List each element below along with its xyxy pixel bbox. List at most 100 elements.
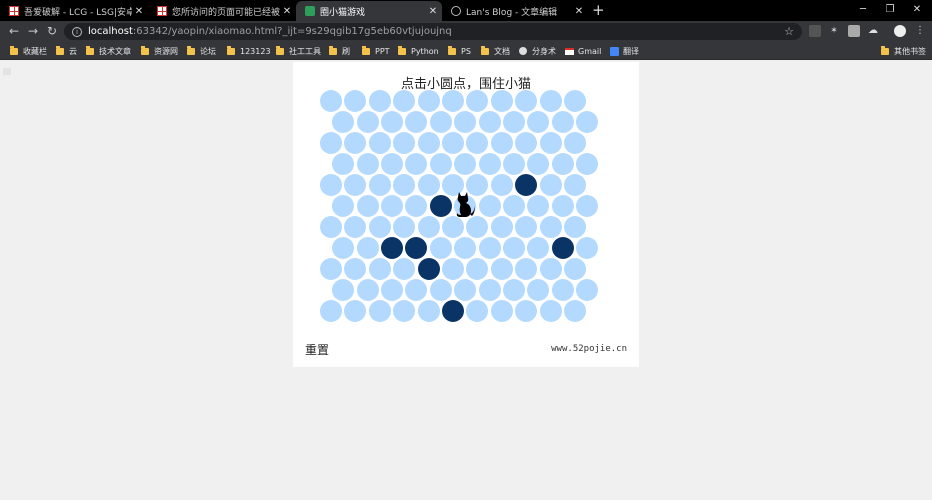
close-icon[interactable]: ✕	[132, 6, 146, 17]
board-dot[interactable]	[564, 174, 586, 196]
board-dot[interactable]	[454, 111, 477, 133]
board-dot[interactable]	[576, 237, 599, 259]
bookmark-item[interactable]: 收藏栏	[10, 45, 47, 57]
board-dot[interactable]	[466, 300, 489, 322]
bookmark-item[interactable]: 云	[56, 45, 77, 57]
board-dot[interactable]	[381, 279, 403, 301]
board-dot[interactable]	[344, 90, 367, 112]
board-dot[interactable]	[527, 153, 550, 175]
board-dot[interactable]	[320, 132, 342, 154]
tab-page-deleted[interactable]: 您所访问的页面可能已经被删除 ✕	[148, 1, 296, 21]
board-dot[interactable]	[393, 132, 416, 154]
board-dot[interactable]	[417, 174, 440, 196]
board-dot[interactable]	[393, 90, 416, 112]
bookmark-item[interactable]: 社工工具	[276, 45, 321, 57]
board-dot[interactable]	[417, 132, 440, 154]
bookmark-item[interactable]: 翻译	[610, 45, 639, 57]
back-button[interactable]: ←	[6, 23, 22, 39]
bookmark-item[interactable]: Python	[398, 45, 439, 57]
extension-icon[interactable]	[848, 25, 860, 37]
tab-52pojie[interactable]: 吾爱破解 - LCG - LSG|安卓破解 ✕	[0, 1, 148, 21]
board-dot[interactable]	[454, 153, 477, 175]
board-dot[interactable]	[393, 216, 416, 238]
board-dot[interactable]	[429, 111, 452, 133]
board-dot[interactable]	[539, 90, 562, 112]
blocked-dot[interactable]	[442, 300, 464, 322]
board-dot[interactable]	[564, 216, 586, 238]
board-dot[interactable]	[320, 174, 342, 196]
blocked-dot[interactable]	[417, 258, 440, 280]
board-dot[interactable]	[490, 300, 513, 322]
minimize-button[interactable]: ─	[848, 1, 878, 19]
extension-icon[interactable]: ✶	[828, 25, 840, 37]
bookmark-item[interactable]: 刷	[329, 45, 350, 57]
board-dot[interactable]	[368, 132, 391, 154]
board-dot[interactable]	[368, 216, 391, 238]
bookmark-item[interactable]: 论坛	[187, 45, 216, 57]
board-dot[interactable]	[442, 258, 464, 280]
board-dot[interactable]	[490, 132, 513, 154]
board-dot[interactable]	[332, 195, 355, 217]
board-dot[interactable]	[478, 237, 501, 259]
board-dot[interactable]	[466, 90, 489, 112]
board-dot[interactable]	[344, 216, 367, 238]
board-dot[interactable]	[429, 279, 452, 301]
board-dot[interactable]	[515, 300, 538, 322]
board-dot[interactable]	[405, 111, 428, 133]
board-dot[interactable]	[356, 279, 379, 301]
board-dot[interactable]	[503, 279, 525, 301]
board-dot[interactable]	[454, 279, 477, 301]
board-dot[interactable]	[515, 258, 538, 280]
board-dot[interactable]	[454, 237, 477, 259]
blocked-dot[interactable]	[381, 237, 403, 259]
board-dot[interactable]	[381, 153, 403, 175]
board-dot[interactable]	[368, 258, 391, 280]
avatar[interactable]	[894, 25, 906, 37]
bookmark-item[interactable]: Gmail	[565, 45, 601, 57]
board-dot[interactable]	[527, 237, 550, 259]
board-dot[interactable]	[539, 258, 562, 280]
board-dot[interactable]	[576, 279, 599, 301]
board-dot[interactable]	[344, 258, 367, 280]
address-bar[interactable]: i localhost :63342/yaopin/xiaomao.html?_…	[64, 23, 802, 40]
board-dot[interactable]	[466, 258, 489, 280]
board-dot[interactable]	[320, 216, 342, 238]
menu-icon[interactable]: ⋮	[914, 25, 926, 37]
board-dot[interactable]	[503, 237, 525, 259]
board-dot[interactable]	[368, 90, 391, 112]
board-dot[interactable]	[405, 279, 428, 301]
board-dot[interactable]	[478, 111, 501, 133]
bookmark-item[interactable]: 技术文章	[86, 45, 131, 57]
board-dot[interactable]	[515, 132, 538, 154]
board-dot[interactable]	[417, 90, 440, 112]
board-dot[interactable]	[356, 153, 379, 175]
board-dot[interactable]	[381, 195, 403, 217]
board-dot[interactable]	[368, 300, 391, 322]
board-dot[interactable]	[417, 216, 440, 238]
board-dot[interactable]	[539, 132, 562, 154]
tab-cat-game[interactable]: 圈小猫游戏 ✕	[296, 1, 442, 21]
board-dot[interactable]	[478, 279, 501, 301]
board-dot[interactable]	[332, 153, 355, 175]
board-dot[interactable]	[381, 111, 403, 133]
board-dot[interactable]	[320, 90, 342, 112]
board-dot[interactable]	[332, 237, 355, 259]
bookmark-item[interactable]: 资源网	[141, 45, 178, 57]
info-icon[interactable]: i	[72, 26, 82, 37]
board-dot[interactable]	[466, 216, 489, 238]
board-dot[interactable]	[539, 174, 562, 196]
reload-button[interactable]: ↻	[44, 23, 60, 39]
board-dot[interactable]	[478, 153, 501, 175]
reset-button[interactable]: 重置	[305, 341, 329, 358]
board-dot[interactable]	[429, 237, 452, 259]
board-dot[interactable]	[527, 111, 550, 133]
close-icon[interactable]: ✕	[572, 6, 586, 17]
board-dot[interactable]	[332, 111, 355, 133]
board-dot[interactable]	[551, 279, 574, 301]
board-dot[interactable]	[503, 153, 525, 175]
board-dot[interactable]	[564, 90, 586, 112]
board-dot[interactable]	[442, 90, 464, 112]
board-dot[interactable]	[490, 258, 513, 280]
bookmark-item[interactable]: 123123	[227, 45, 271, 57]
board-dot[interactable]	[490, 216, 513, 238]
